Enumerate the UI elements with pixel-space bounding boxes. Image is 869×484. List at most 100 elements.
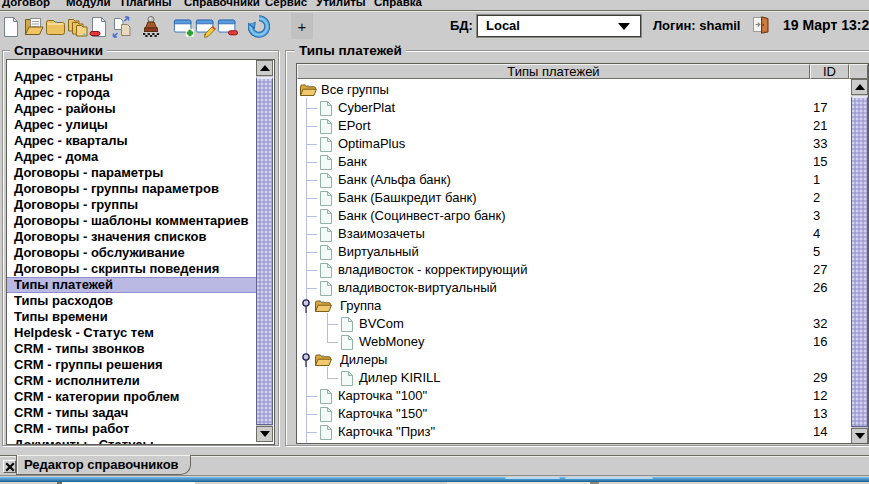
directory-item[interactable]: Адрес - районы bbox=[7, 101, 256, 117]
directory-item[interactable]: Договоры - группы параметров bbox=[7, 181, 256, 197]
new-document-icon[interactable] bbox=[0, 14, 22, 40]
document-icon bbox=[320, 117, 337, 135]
directory-item[interactable]: Адрес - улицы bbox=[7, 117, 256, 133]
refresh-icon[interactable] bbox=[248, 14, 270, 40]
directory-item[interactable]: Адрес - дома bbox=[7, 149, 256, 165]
directory-item[interactable]: CRM - типы звонков bbox=[7, 341, 256, 357]
tree-row-id: 32 bbox=[813, 315, 827, 333]
tree-row[interactable]: Карточка "Приз" 14 bbox=[297, 423, 850, 441]
directory-item[interactable]: CRM - исполнители bbox=[7, 373, 256, 389]
tree-row[interactable]: Банк15 bbox=[297, 153, 850, 171]
directory-item[interactable]: Договоры - обслуживание bbox=[7, 245, 256, 261]
db-select[interactable]: Local bbox=[477, 15, 641, 37]
directory-item[interactable]: Helpdesk - Статус тем bbox=[7, 325, 256, 341]
add-tab-button[interactable]: + bbox=[291, 13, 313, 39]
directory-item[interactable]: CRM - типы работ bbox=[7, 421, 256, 437]
directory-item[interactable]: Договоры - параметры bbox=[7, 165, 256, 181]
directory-item[interactable]: Договоры - скрипты поведения bbox=[7, 261, 256, 277]
document-icon bbox=[320, 171, 337, 189]
edit-window-icon[interactable] bbox=[195, 14, 217, 40]
tree-row[interactable]: Банк (Социнвест-агро банк)3 bbox=[297, 207, 850, 225]
folder-icon[interactable] bbox=[44, 14, 66, 40]
close-tab-button[interactable] bbox=[3, 460, 16, 473]
tree-row[interactable] bbox=[297, 441, 850, 444]
tree-row-label: Карточка "150" bbox=[338, 405, 427, 423]
menu-item-3[interactable]: Плагины bbox=[121, 0, 172, 8]
logout-door-icon[interactable] bbox=[751, 15, 771, 35]
directory-item[interactable]: Адрес - кварталы bbox=[7, 133, 256, 149]
tree-expand-handle[interactable] bbox=[301, 441, 311, 444]
tree-row[interactable]: Банк (Альфа банк)1 bbox=[297, 171, 850, 189]
directory-item[interactable]: CRM - группы решения bbox=[7, 357, 256, 373]
directory-item[interactable]: Типы расходов bbox=[7, 293, 256, 309]
document-icon bbox=[320, 423, 337, 441]
tree-row[interactable]: WebMoney16 bbox=[297, 333, 850, 351]
tree-row-id: 21 bbox=[813, 117, 827, 135]
directory-item[interactable]: CRM - категории проблем bbox=[7, 389, 256, 405]
folder-icon bbox=[315, 441, 332, 444]
directory-item[interactable]: CRM - типы задач bbox=[7, 405, 256, 421]
list-scrollbar[interactable] bbox=[256, 60, 273, 442]
left-panel-title: Справочники bbox=[10, 43, 107, 58]
tree-scrollbar[interactable] bbox=[851, 79, 868, 444]
directory-item[interactable]: Адрес - города bbox=[7, 85, 256, 101]
menu-item-4[interactable]: Справочники bbox=[184, 0, 260, 8]
document-icon bbox=[320, 261, 337, 279]
directory-item[interactable]: Адрес - страны bbox=[7, 69, 256, 85]
remove-window-icon[interactable] bbox=[217, 14, 239, 40]
tree-row[interactable]: BVCom32 bbox=[297, 315, 850, 333]
directory-item[interactable]: Договоры - шаблоны комментариев bbox=[7, 213, 256, 229]
tree-row[interactable]: EPort 21 bbox=[297, 117, 850, 135]
delete-document-icon[interactable] bbox=[88, 14, 110, 40]
directory-item[interactable]: Документы - Статусы bbox=[7, 437, 256, 445]
add-window-icon[interactable] bbox=[173, 14, 195, 40]
scrollbar-thumb[interactable] bbox=[851, 96, 868, 427]
directory-item[interactable]: Договоры - группы bbox=[7, 197, 256, 213]
tree-row[interactable]: Виртуальный5 bbox=[297, 243, 850, 261]
menu-item-6[interactable]: Утилиты bbox=[316, 0, 366, 8]
tree-expand-handle[interactable] bbox=[301, 297, 311, 313]
menu-item-1[interactable]: Договор bbox=[2, 0, 50, 8]
tree-row-label: Карточка "Приз" bbox=[338, 423, 435, 441]
tree-row[interactable]: владивосток-виртуальный26 bbox=[297, 279, 850, 297]
tree-row[interactable]: OptimaPlus33 bbox=[297, 135, 850, 153]
tree-row[interactable]: Дилеры bbox=[297, 351, 850, 369]
tree-row[interactable]: владивосток - корректирующий27 bbox=[297, 261, 850, 279]
stamp-icon[interactable] bbox=[140, 14, 162, 40]
folder-icon bbox=[300, 81, 317, 99]
scroll-down-button[interactable] bbox=[851, 428, 868, 444]
tree-row[interactable]: Карточка "150"13 bbox=[297, 405, 850, 423]
document-icon bbox=[320, 387, 337, 405]
tree-row-label: Банк bbox=[338, 153, 367, 171]
column-header-filler bbox=[849, 64, 868, 79]
tree-row-label: EPort bbox=[338, 117, 371, 135]
menu-item-2[interactable]: Модули bbox=[66, 0, 111, 8]
scroll-up-button[interactable] bbox=[256, 60, 273, 76]
directory-item[interactable]: Договоры - значения списков bbox=[7, 229, 256, 245]
menu-item-7[interactable]: Справка bbox=[374, 0, 422, 8]
scrollbar-thumb[interactable] bbox=[256, 77, 273, 425]
tree-row[interactable]: Группа bbox=[297, 297, 850, 315]
open-document-icon[interactable] bbox=[22, 14, 44, 40]
directory-item[interactable]: Типы платежей bbox=[7, 277, 256, 293]
scroll-down-button[interactable] bbox=[256, 426, 273, 442]
transfer-documents-icon[interactable] bbox=[110, 14, 132, 40]
menu-item-5[interactable]: Сервис bbox=[265, 0, 307, 8]
tree-expand-handle[interactable] bbox=[301, 351, 311, 367]
tree-row[interactable]: Банк (Башкредит банк)2 bbox=[297, 189, 850, 207]
tree-row[interactable]: Все группы bbox=[297, 81, 850, 99]
folder-icon bbox=[315, 351, 332, 369]
directory-item[interactable]: Типы времени bbox=[7, 309, 256, 325]
tree-row[interactable]: Дилер KIRILL29 bbox=[297, 369, 850, 387]
directory-list-items: Адрес - страныАдрес - городаАдрес - райо… bbox=[7, 60, 256, 444]
column-header-name[interactable]: Типы платежей bbox=[297, 64, 810, 79]
tree-row[interactable]: Взаимозачеты4 bbox=[297, 225, 850, 243]
tree-row[interactable]: CyberPlat17 bbox=[297, 99, 850, 117]
tab-directory-editor[interactable]: Редактор справочников bbox=[16, 455, 191, 475]
documents-stack-icon[interactable] bbox=[66, 14, 88, 40]
document-icon bbox=[320, 207, 337, 225]
tree-row[interactable]: Карточка "100"12 bbox=[297, 387, 850, 405]
scroll-up-button[interactable] bbox=[851, 79, 868, 95]
tree-row-id: 14 bbox=[813, 423, 827, 441]
column-header-id[interactable]: ID bbox=[810, 64, 849, 79]
